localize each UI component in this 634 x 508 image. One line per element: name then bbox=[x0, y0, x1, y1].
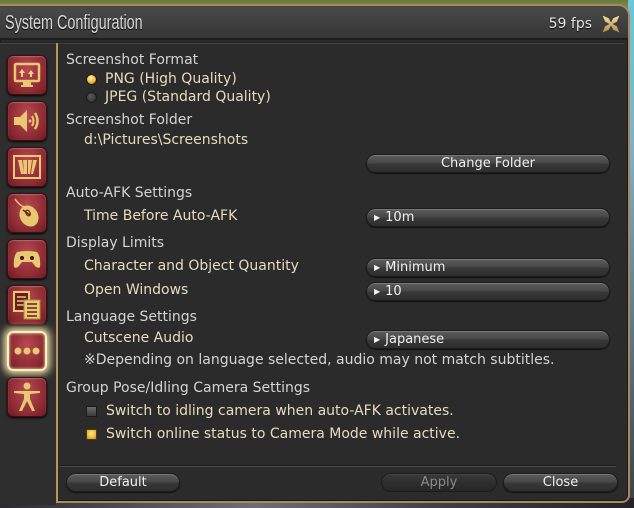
section-language: Language Settings bbox=[66, 309, 197, 325]
dropdown-arrow-icon: ▶ bbox=[374, 263, 381, 272]
person-icon bbox=[14, 382, 40, 411]
dropdown-arrow-icon: ▶ bbox=[374, 335, 381, 344]
speaker-icon bbox=[14, 110, 39, 132]
character-quantity-dropdown[interactable]: ▶ Minimum bbox=[366, 258, 610, 277]
dropdown-arrow-icon: ▶ bbox=[374, 287, 381, 296]
default-label: Default bbox=[99, 475, 147, 490]
radio-png[interactable]: PNG (High Quality) bbox=[86, 71, 237, 87]
apply-label: Apply bbox=[420, 475, 458, 490]
radio-jpeg-label: JPEG (Standard Quality) bbox=[105, 89, 271, 105]
language-note: ※Depending on language selected, audio m… bbox=[84, 352, 555, 368]
radio-indicator-selected[interactable] bbox=[86, 73, 97, 85]
title-bar[interactable]: System Configuration 59 fps bbox=[0, 6, 628, 40]
footer-divider bbox=[60, 465, 616, 467]
sidebar-item-sound[interactable] bbox=[7, 101, 47, 141]
checkbox-camera-mode-status[interactable]: Switch online status to Camera Mode whil… bbox=[86, 426, 460, 442]
radio-jpeg[interactable]: JPEG (Standard Quality) bbox=[86, 89, 271, 105]
system-configuration-window: System Configuration 59 fps Screenshot F… bbox=[0, 4, 630, 505]
section-auto-afk: Auto-AFK Settings bbox=[66, 185, 193, 201]
sidebar-item-other[interactable] bbox=[7, 147, 47, 187]
dropdown-arrow-icon: ▶ bbox=[374, 213, 381, 222]
section-screenshot-folder: Screenshot Folder bbox=[66, 112, 193, 128]
character-quantity-label: Character and Object Quantity bbox=[84, 258, 299, 274]
title-divider bbox=[0, 42, 624, 44]
open-windows-value: 10 bbox=[385, 284, 402, 299]
open-windows-label: Open Windows bbox=[84, 282, 189, 298]
camera-mode-status-label: Switch online status to Camera Mode whil… bbox=[106, 426, 461, 442]
checkbox-indicator-checked[interactable] bbox=[86, 428, 97, 440]
sidebar-item-log[interactable] bbox=[7, 285, 47, 325]
fps-counter: 59 fps bbox=[548, 16, 592, 32]
window-title: System Configuration bbox=[5, 12, 143, 34]
sidebar-item-misc[interactable] bbox=[7, 331, 47, 371]
cutscene-audio-value: Japanese bbox=[385, 332, 445, 347]
apply-button[interactable]: Apply bbox=[381, 473, 497, 492]
afk-time-dropdown[interactable]: ▶ 10m bbox=[366, 208, 610, 227]
folder-path: d:\Pictures\Screenshots bbox=[84, 132, 249, 148]
category-sidebar bbox=[0, 44, 56, 505]
section-camera: Group Pose/Idling Camera Settings bbox=[66, 380, 311, 396]
close-button[interactable]: Close bbox=[503, 473, 618, 492]
cards-icon bbox=[13, 155, 41, 179]
cutscene-audio-label: Cutscene Audio bbox=[84, 330, 194, 346]
ellipsis-icon bbox=[14, 347, 40, 355]
checkbox-idling-camera[interactable]: Switch to idling camera when auto-AFK ac… bbox=[86, 403, 454, 419]
sidebar-divider bbox=[56, 43, 58, 503]
sidebar-item-display[interactable] bbox=[7, 55, 47, 95]
afk-time-value: 10m bbox=[385, 210, 415, 225]
radio-indicator[interactable] bbox=[86, 91, 97, 103]
section-display-limits: Display Limits bbox=[66, 235, 165, 251]
default-button[interactable]: Default bbox=[66, 473, 180, 492]
idling-camera-label: Switch to idling camera when auto-AFK ac… bbox=[106, 403, 454, 419]
sidebar-item-gamepad[interactable] bbox=[7, 239, 47, 279]
mouse-icon bbox=[14, 198, 39, 227]
gamepad-icon bbox=[13, 251, 41, 268]
character-quantity-value: Minimum bbox=[385, 260, 446, 275]
sidebar-item-mouse[interactable] bbox=[7, 193, 47, 233]
cutscene-audio-dropdown[interactable]: ▶ Japanese bbox=[366, 330, 610, 349]
change-folder-label: Change Folder bbox=[440, 156, 536, 171]
move-handle-icon[interactable] bbox=[600, 13, 622, 35]
radio-png-label: PNG (High Quality) bbox=[105, 71, 237, 87]
checkbox-indicator[interactable] bbox=[86, 405, 97, 417]
open-windows-dropdown[interactable]: ▶ 10 bbox=[366, 282, 610, 301]
section-screenshot-format: Screenshot Format bbox=[66, 52, 199, 68]
monitor-upload-icon bbox=[13, 62, 41, 87]
change-folder-button[interactable]: Change Folder bbox=[366, 154, 610, 173]
documents-icon bbox=[13, 291, 41, 320]
time-before-afk-label: Time Before Auto-AFK bbox=[84, 208, 238, 224]
sidebar-item-character[interactable] bbox=[7, 377, 47, 417]
close-label: Close bbox=[542, 475, 579, 490]
